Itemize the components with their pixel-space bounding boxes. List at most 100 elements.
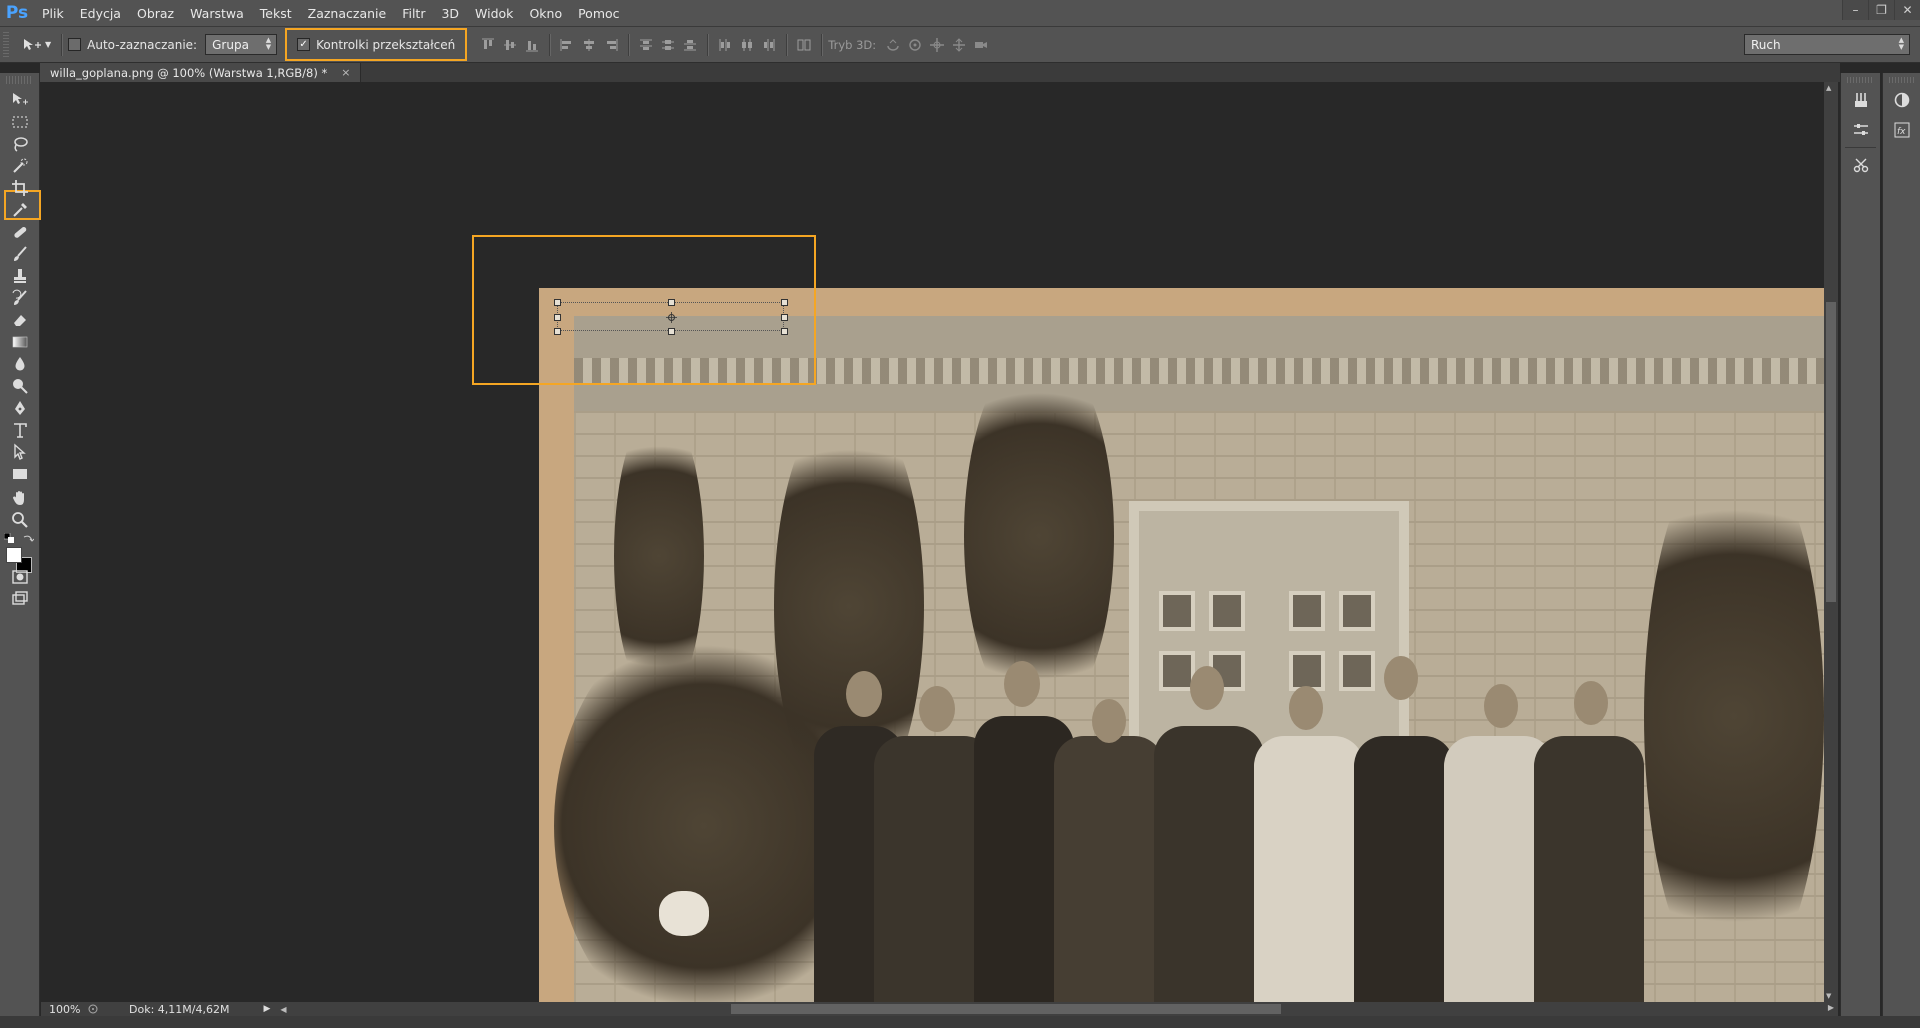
menu-plik[interactable]: Plik (34, 0, 72, 27)
canvas-area[interactable] (41, 82, 1824, 1002)
align-right-icon (607, 38, 618, 51)
vertical-scroll-thumb[interactable] (1826, 302, 1836, 602)
auto-select-checkbox[interactable] (68, 38, 82, 51)
scroll-left-icon[interactable]: ◀ (280, 1005, 286, 1014)
minimize-button[interactable]: – (1842, 0, 1868, 20)
menu-obraz[interactable]: Obraz (129, 0, 182, 27)
tool-preset-picker[interactable]: ▼ (21, 37, 51, 53)
scroll-up-icon[interactable]: ▲ (1826, 84, 1831, 92)
lasso-tool[interactable] (8, 132, 32, 156)
align-right-edges-button[interactable] (600, 34, 622, 56)
workspace-select[interactable]: Ruch ▲ ▼ (1744, 34, 1910, 55)
foreground-color-swatch[interactable] (6, 547, 22, 563)
quick-mask-icon (12, 570, 28, 584)
type-icon (14, 423, 27, 438)
drag-3d-button[interactable] (926, 34, 948, 56)
distribute-bottom-icon (684, 39, 697, 50)
default-swap-colors[interactable] (4, 533, 36, 545)
align-top-edges-button[interactable] (477, 34, 499, 56)
person (1534, 736, 1644, 1002)
rect-marquee-tool[interactable] (8, 110, 32, 134)
document-tab[interactable]: willa_goplana.png @ 100% (Warstwa 1,RGB/… (40, 63, 362, 82)
eraser-tool[interactable] (8, 308, 32, 332)
menu-3d[interactable]: 3D (433, 0, 467, 27)
transform-controls-checkbox[interactable]: ✓ (297, 38, 311, 51)
move-icon (13, 93, 28, 105)
rotate-view-icon[interactable] (87, 1003, 99, 1015)
gradient-tool[interactable] (8, 330, 32, 354)
rectangle-shape-tool[interactable] (8, 462, 32, 486)
dock-grip[interactable] (1847, 77, 1874, 83)
move-tool[interactable] (8, 88, 32, 112)
blur-tool[interactable] (8, 352, 32, 376)
dodge-tool[interactable] (8, 374, 32, 398)
menu-pomoc[interactable]: Pomoc (570, 0, 627, 27)
align-horizontal-centers-button[interactable] (578, 34, 600, 56)
auto-align-layers-button[interactable] (793, 34, 815, 56)
tool-presets-button[interactable] (1847, 152, 1875, 178)
scroll-down-icon[interactable]: ▼ (1826, 992, 1831, 1000)
distribute-vcenter-button[interactable] (657, 34, 679, 56)
head (1484, 684, 1518, 728)
scale-3d-button[interactable] (970, 34, 992, 56)
brush-presets-button[interactable] (1847, 87, 1875, 113)
align-vertical-centers-button[interactable] (499, 34, 521, 56)
menu-edycja[interactable]: Edycja (72, 0, 129, 27)
tools-panel-grip[interactable] (6, 76, 33, 84)
roll-3d-button[interactable] (904, 34, 926, 56)
dock-grip[interactable] (1889, 77, 1914, 83)
menu-zaznaczanie[interactable]: Zaznaczanie (300, 0, 395, 27)
horizontal-scrollbar[interactable]: ▶ (41, 1002, 1838, 1016)
tools-panel (0, 73, 41, 1028)
align-left-icon (560, 38, 572, 51)
menu-okno[interactable]: Okno (521, 0, 570, 27)
quick-mask-button[interactable] (8, 565, 32, 589)
status-menu-icon[interactable]: ▶ (263, 1004, 270, 1014)
photo-damage-spot (659, 891, 709, 936)
panel-dock-icons (1840, 73, 1880, 1028)
zoom-level[interactable]: 100% (41, 1003, 81, 1016)
history-brush-tool[interactable] (8, 286, 32, 310)
distribute-hcenter-button[interactable] (736, 34, 758, 56)
close-icon[interactable]: × (341, 66, 350, 79)
path-select-tool[interactable] (8, 440, 32, 464)
brush-tool[interactable] (8, 242, 32, 266)
rotate-3d-button[interactable] (882, 34, 904, 56)
distribute-top-button[interactable] (635, 34, 657, 56)
menu-warstwa[interactable]: Warstwa (182, 0, 252, 27)
styles-panel-button[interactable]: fx (1888, 117, 1916, 143)
screen-mode-button[interactable] (8, 587, 32, 611)
adjustments-panel-button[interactable] (1888, 87, 1916, 113)
crop-tool[interactable] (8, 176, 32, 200)
menu-tekst[interactable]: Tekst (252, 0, 300, 27)
pen-tool[interactable] (8, 396, 32, 420)
window-pane (1289, 651, 1325, 691)
restore-button[interactable]: ❐ (1868, 0, 1894, 20)
scroll-right-icon[interactable]: ▶ (1828, 1003, 1834, 1012)
distribute-left-button[interactable] (714, 34, 736, 56)
distribute-bottom-button[interactable] (679, 34, 701, 56)
adjustments-button[interactable] (1847, 117, 1875, 143)
type-tool[interactable] (8, 418, 32, 442)
eraser-icon (14, 315, 26, 326)
distribute-hcenter-icon (742, 38, 753, 51)
close-window-button[interactable]: ✕ (1894, 0, 1920, 20)
auto-select-target-select[interactable]: Grupa ▲ ▼ (205, 34, 278, 55)
zoom-tool[interactable] (8, 508, 32, 532)
photo-image[interactable] (539, 288, 1824, 1002)
distribute-right-button[interactable] (758, 34, 780, 56)
vertical-scrollbar[interactable]: ▲ ▼ (1824, 82, 1838, 1002)
clone-stamp-tool[interactable] (8, 264, 32, 288)
align-bottom-edges-button[interactable] (521, 34, 543, 56)
menu-widok[interactable]: Widok (467, 0, 521, 27)
eyedropper-tool[interactable] (8, 198, 32, 222)
horizontal-scroll-thumb[interactable] (731, 1004, 1281, 1014)
menu-filtr[interactable]: Filtr (394, 0, 433, 27)
align-left-edges-button[interactable] (556, 34, 578, 56)
quick-select-tool[interactable] (8, 154, 32, 178)
divider (821, 33, 823, 56)
healing-brush-tool[interactable] (8, 220, 32, 244)
options-bar-grip[interactable] (3, 31, 9, 58)
hand-tool[interactable] (8, 486, 32, 510)
slide-3d-button[interactable] (948, 34, 970, 56)
